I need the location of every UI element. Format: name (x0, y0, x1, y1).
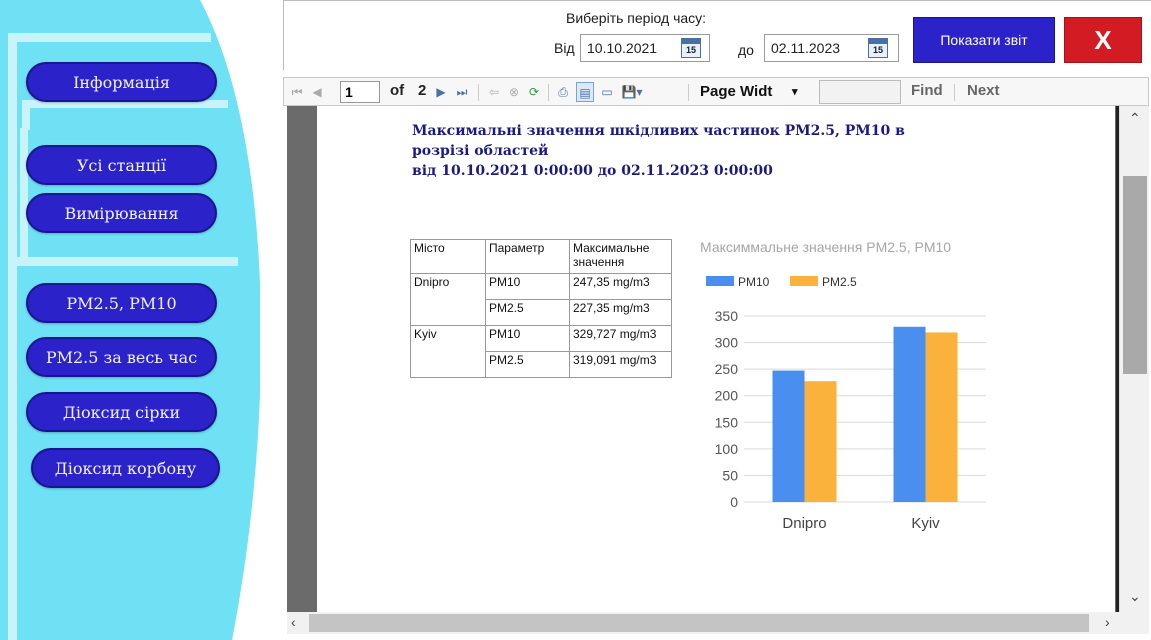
scroll-up-icon[interactable]: ⌃ (1129, 110, 1141, 127)
column-header: Параметр (485, 239, 570, 274)
sidebar-item-stations[interactable]: Усі станції (26, 145, 217, 185)
y-tick-label: 50 (722, 467, 738, 483)
horizontal-scrollbar[interactable]: ‹ › (287, 612, 1149, 634)
table-row: Kyiv PM10 329,727 mg/m3 (410, 325, 672, 378)
zoom-value: Page Widt (700, 83, 773, 100)
close-button[interactable]: X (1064, 17, 1142, 63)
y-tick-label: 250 (715, 361, 739, 377)
chevron-down-icon: ▾ (792, 86, 798, 98)
from-label: Від (554, 40, 575, 56)
legend-label: PM10 (738, 275, 770, 289)
sidebar-item-pm[interactable]: PM2.5, PM10 (26, 283, 217, 323)
y-tick-label: 350 (715, 308, 739, 324)
table-cell-city: Kyiv (410, 325, 486, 378)
next-button[interactable]: Next (967, 82, 1000, 99)
sidebar-item-carbon-dioxide[interactable]: Діоксид корбону (31, 448, 220, 488)
table-row: Dnipro PM10 247,35 mg/m3 (410, 273, 672, 326)
stop-icon[interactable]: ⊗ (506, 82, 522, 102)
report-title-line: розрізі областей (412, 143, 549, 159)
sidebar-item-pm25-all-time[interactable]: PM2.5 за весь час (26, 337, 217, 377)
table-cell-value: 319,091 mg/m3 (569, 351, 672, 378)
bar (772, 370, 805, 502)
separator (478, 84, 479, 101)
from-date-value: 10.10.2021 (587, 40, 658, 56)
y-tick-label: 100 (715, 441, 739, 457)
zoom-select[interactable]: Page Widt ▾ (694, 81, 808, 103)
bar (893, 326, 926, 502)
scroll-right-icon[interactable]: › (1105, 614, 1110, 630)
app-window: Інформація Усі станції Вимірювання PM2.5… (0, 0, 1151, 640)
separator (688, 84, 689, 101)
column-header: Місто (410, 239, 486, 274)
scroll-down-icon[interactable]: ⌄ (1129, 588, 1141, 605)
back-icon[interactable]: ⇦ (486, 82, 502, 102)
y-tick-label: 0 (730, 494, 738, 510)
horizontal-scroll-thumb[interactable] (309, 614, 1089, 632)
next-page-icon[interactable]: ▶ (434, 82, 448, 102)
table-cell-value: 329,727 mg/m3 (569, 325, 672, 352)
separator (954, 84, 955, 101)
table-cell-param: PM2.5 (485, 299, 570, 326)
bar (925, 332, 958, 502)
scroll-left-icon[interactable]: ‹ (291, 614, 296, 630)
total-pages: 2 (418, 82, 427, 99)
find-input[interactable] (819, 80, 901, 104)
legend-label: PM2.5 (822, 275, 857, 289)
table-cell-value: 247,35 mg/m3 (569, 273, 672, 300)
period-panel: Виберіть період часу: Від 10.10.2021 15 … (283, 0, 1151, 70)
data-table: Місто Параметр Максимальне значення Dnip… (410, 239, 672, 378)
bar-chart: Максиммальне значення PM2.5, PM10 PM10 PM2… (700, 239, 986, 532)
vertical-scroll-thumb[interactable] (1123, 176, 1147, 374)
table-header-row: Місто Параметр Максимальне значення (410, 239, 672, 274)
bar (804, 381, 837, 502)
y-tick-label: 150 (715, 414, 739, 430)
calendar-icon[interactable]: 15 (868, 38, 888, 58)
table-cell-param: PM2.5 (485, 351, 570, 378)
sidebar-item-sulfur-dioxide[interactable]: Діоксид сірки (26, 392, 217, 432)
to-date-picker[interactable]: 02.11.2023 15 (764, 34, 899, 62)
separator (548, 84, 549, 101)
x-tick-label: Kyiv (911, 515, 940, 532)
table-cell-city: Dnipro (410, 273, 486, 326)
to-label: до (738, 42, 754, 58)
report-title-line: Максимальні значення шкідливих частинок … (412, 123, 905, 139)
x-tick-label: Dnipro (782, 515, 826, 532)
prev-page-icon[interactable]: ◀ (310, 82, 324, 102)
table-cell-param: PM10 (485, 325, 570, 352)
refresh-icon[interactable]: ⟳ (526, 82, 542, 102)
column-header: Максимальне значення (569, 239, 672, 274)
print-layout-icon[interactable]: ▤ (576, 82, 594, 102)
of-label: of (390, 82, 405, 99)
sidebar-item-info[interactable]: Інформація (26, 62, 217, 102)
from-date-picker[interactable]: 10.10.2021 15 (580, 34, 710, 62)
table-cell-param: PM10 (485, 273, 570, 300)
find-button[interactable]: Find (911, 82, 943, 99)
chart-title: Максиммальне значення PM2.5, PM10 (700, 239, 951, 255)
sidebar-item-measurements[interactable]: Вимірювання (26, 193, 217, 233)
table-cell-value: 227,35 mg/m3 (569, 299, 672, 326)
first-page-icon[interactable]: ⏮ (290, 82, 304, 102)
legend-swatch (790, 276, 818, 286)
to-date-value: 02.11.2023 (771, 40, 841, 56)
y-tick-label: 200 (715, 388, 739, 404)
page-setup-icon[interactable]: ▭ (598, 82, 616, 102)
y-tick-label: 300 (715, 335, 739, 351)
report-title: Максимальні значення шкідливих частинок … (412, 121, 972, 181)
calendar-icon[interactable]: 15 (681, 38, 701, 58)
report-date-range: від 10.10.2021 0:00:00 до 02.11.2023 0:0… (412, 163, 773, 179)
last-page-icon[interactable]: ⏭ (454, 82, 470, 102)
export-icon[interactable]: 💾▾ (620, 82, 644, 102)
period-title: Виберіть період часу: (566, 10, 707, 26)
show-report-button[interactable]: Показати звіт (913, 17, 1055, 63)
vertical-scrollbar[interactable]: ⌃ ⌄ (1119, 106, 1149, 612)
legend-swatch (706, 276, 734, 286)
page-number-input[interactable]: 1 (340, 81, 380, 103)
print-icon[interactable]: ⎙ (554, 82, 572, 102)
report-toolbar: ⏮ ◀ 1 of 2 ▶ ⏭ ⇦ ⊗ ⟳ ⎙ ▤ ▭ 💾▾ Page Widt … (283, 77, 1149, 106)
